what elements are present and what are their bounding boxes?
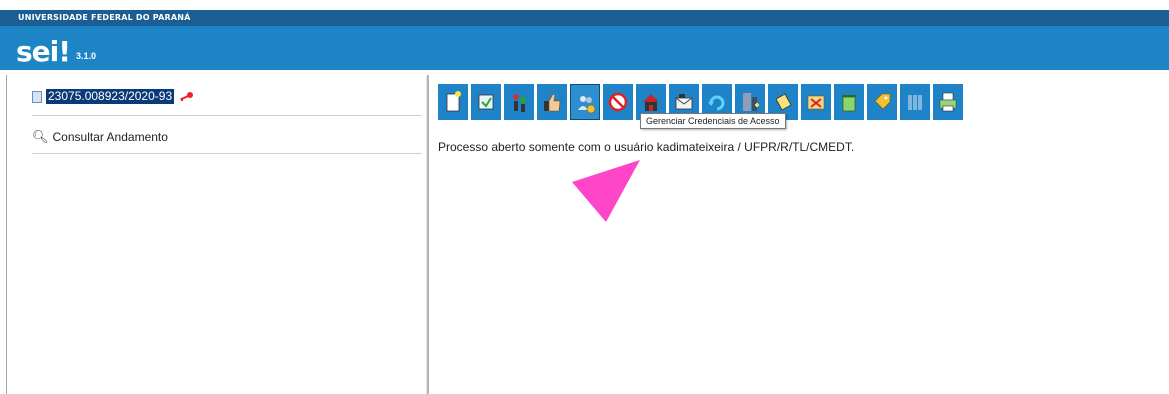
cancel-icon xyxy=(608,92,628,112)
tag-button[interactable] xyxy=(867,84,897,120)
send-process-icon xyxy=(478,94,494,110)
thumbs-up-button[interactable] xyxy=(537,84,567,120)
annotation-icon xyxy=(775,93,792,111)
new-document-button[interactable] xyxy=(438,84,468,120)
app-version: 3.1.0 xyxy=(76,51,97,61)
refresh-icon xyxy=(708,95,725,111)
recycle-button[interactable] xyxy=(834,84,864,120)
consult-progress-link[interactable]: 🔍︎ Consultar Andamento xyxy=(32,129,168,145)
process-number[interactable]: 23075.008923/2020-93 xyxy=(46,89,175,104)
toolbar-tooltip: Gerenciar Credenciais de Acesso xyxy=(640,113,786,129)
sei-logo: sei! xyxy=(16,35,71,68)
top-strip xyxy=(0,0,1169,10)
list-button[interactable] xyxy=(900,84,930,120)
app-header: UNIVERSIDADE FEDERAL DO PARANÁ sei! 3.1.0 xyxy=(0,10,1169,70)
tag-icon xyxy=(874,93,891,110)
app-brand[interactable]: sei! 3.1.0 xyxy=(16,35,96,68)
print-button[interactable] xyxy=(933,84,963,120)
send-process-button[interactable] xyxy=(471,84,501,120)
process-status-message: Processo aberto somente com o usuário ka… xyxy=(438,140,855,154)
relate-process-button[interactable] xyxy=(504,84,534,120)
print-icon xyxy=(939,92,957,112)
attach-process-icon xyxy=(743,93,759,111)
new-document-icon xyxy=(446,91,461,112)
map-icon xyxy=(807,95,825,110)
process-tree-item[interactable]: 23075.008923/2020-93 xyxy=(32,89,194,104)
restricted-key-icon xyxy=(180,91,194,101)
list-icon xyxy=(908,95,922,110)
document-icon xyxy=(32,90,42,103)
map-button[interactable] xyxy=(801,84,831,120)
manage-credentials-icon xyxy=(578,96,596,114)
thumbs-up-icon xyxy=(544,93,561,112)
relate-process-icon xyxy=(513,94,526,112)
university-name: UNIVERSIDADE FEDERAL DO PARANÁ xyxy=(18,13,191,22)
left-panel-border xyxy=(6,75,7,394)
panel-splitter[interactable] xyxy=(426,75,429,394)
house-send-icon xyxy=(643,94,659,111)
cancel-button[interactable] xyxy=(603,84,633,120)
recycle-icon xyxy=(842,95,856,112)
email-icon xyxy=(675,94,693,110)
tree-divider xyxy=(32,115,422,116)
magnifier-icon: 🔍︎ xyxy=(32,129,49,144)
tree-divider xyxy=(32,153,422,154)
manage-credentials-button[interactable] xyxy=(570,84,600,120)
pink-arrow-annotation xyxy=(572,160,640,222)
consult-progress-label[interactable]: Consultar Andamento xyxy=(53,130,168,144)
